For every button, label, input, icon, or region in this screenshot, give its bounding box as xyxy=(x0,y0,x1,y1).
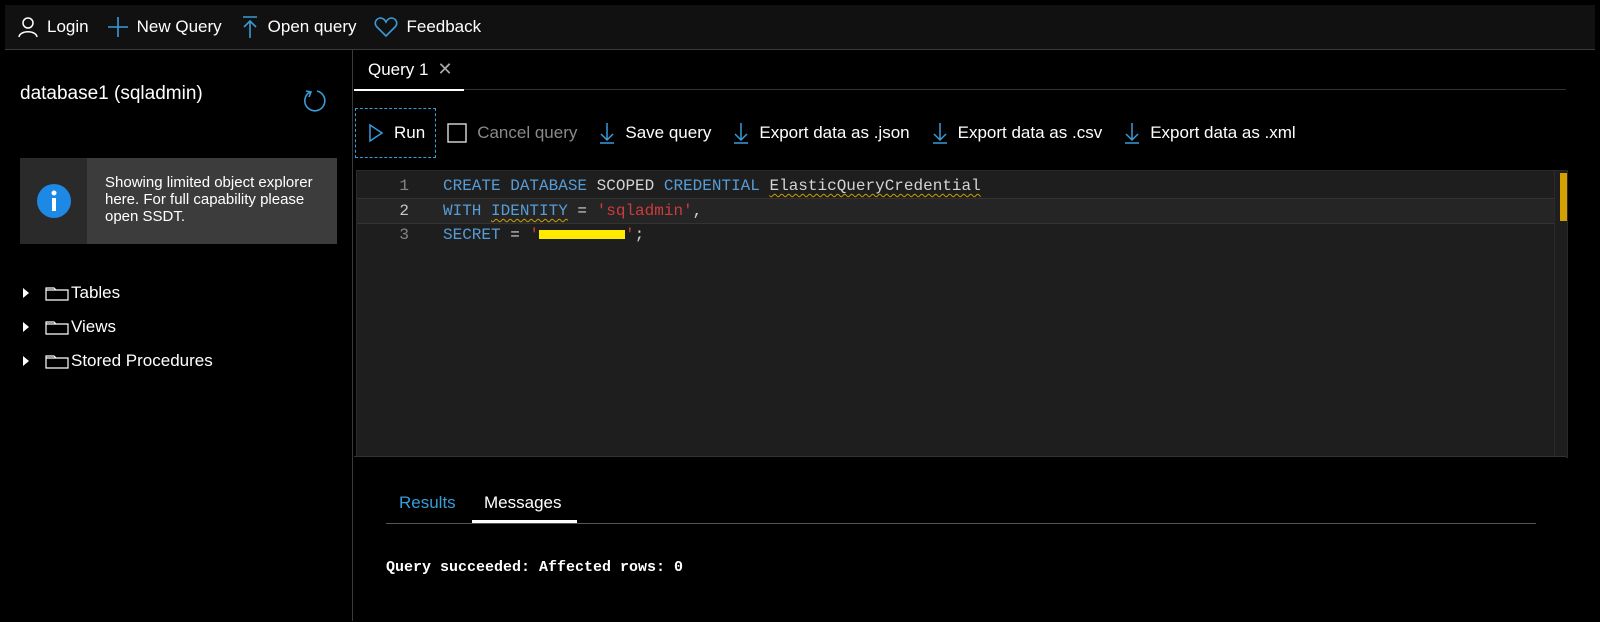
keyword: WITH xyxy=(443,202,482,220)
results-panel: Results Messages Query succeeded: Affect… xyxy=(354,456,1566,622)
database-title: database1 (sqladmin) xyxy=(20,83,203,104)
cancel-label: Cancel query xyxy=(477,123,578,142)
info-icon-cell xyxy=(20,158,87,244)
query-toolbar: Run Cancel query Save query Export data … xyxy=(354,108,1566,158)
string-literal: 'sqladmin' xyxy=(596,202,693,220)
tree-item-label: Stored Procedures xyxy=(71,351,213,370)
tree-item-label: Views xyxy=(71,317,117,336)
keyword: IDENTITY xyxy=(491,202,568,220)
punctuation: , xyxy=(692,202,703,220)
stop-icon xyxy=(447,123,467,143)
tab-messages[interactable]: Messages xyxy=(472,493,577,523)
line-number: 2 xyxy=(399,202,409,220)
info-icon xyxy=(36,184,71,218)
punctuation: ; xyxy=(634,226,645,244)
info-message: Showing limited object explorer here. Fo… xyxy=(105,174,313,225)
cancel-query-button[interactable]: Cancel query xyxy=(447,123,577,143)
string-quote: ' xyxy=(625,226,635,244)
upload-icon xyxy=(242,16,257,38)
code-text: WITH IDENTITY = 'sqladmin', xyxy=(443,199,702,223)
close-icon[interactable]: ✕ xyxy=(437,59,452,80)
line-number: 1 xyxy=(399,177,409,195)
tab-label: Query 1 xyxy=(368,59,429,79)
code-editor[interactable]: 1 CREATE DATABASE SCOPED CREDENTIAL Elas… xyxy=(356,170,1568,458)
export-json-button[interactable]: Export data as .json xyxy=(733,122,910,144)
tree-item-tables[interactable]: Tables xyxy=(23,276,213,310)
export-xml-label: Export data as .xml xyxy=(1150,123,1296,142)
keyword: CREATE xyxy=(443,177,501,195)
redaction-bar xyxy=(539,230,626,240)
tab-strip: Query 1 ✕ xyxy=(354,50,1566,91)
download-icon xyxy=(600,123,615,144)
export-json-label: Export data as .json xyxy=(759,123,910,142)
results-tabs: Results Messages xyxy=(386,493,1536,524)
user-icon xyxy=(18,17,38,38)
refresh-icon xyxy=(304,90,326,112)
operator: = xyxy=(567,202,597,220)
code-line-3: 3 SECRET = ' '; xyxy=(357,223,1557,247)
run-label: Run xyxy=(394,123,426,142)
refresh-button[interactable] xyxy=(303,88,327,117)
active-tab-underline xyxy=(472,520,577,523)
keyword: SCOPED xyxy=(596,177,655,195)
query-workspace: Query 1 ✕ Run Cancel query Save query Ex… xyxy=(354,50,1600,622)
editor-scrollbar[interactable] xyxy=(1554,171,1567,457)
export-xml-button[interactable]: Export data as .xml xyxy=(1124,122,1296,144)
tab-results[interactable]: Results xyxy=(399,493,456,513)
code-text: CREATE DATABASE SCOPED CREDENTIAL Elasti… xyxy=(443,174,981,198)
keyword: SECRET xyxy=(443,226,501,244)
feedback-button[interactable]: Feedback xyxy=(374,16,481,38)
folder-icon xyxy=(45,287,69,301)
keyword: DATABASE xyxy=(510,177,588,195)
object-tree: Tables Views Stored Procedures xyxy=(23,276,213,378)
code-text: SECRET = ' '; xyxy=(443,223,644,247)
download-icon xyxy=(1125,123,1140,144)
operator: = xyxy=(500,226,530,244)
heart-icon xyxy=(375,17,398,38)
expand-arrow-icon[interactable] xyxy=(23,288,29,298)
tab-messages-label: Messages xyxy=(484,493,562,512)
export-csv-label: Export data as .csv xyxy=(957,123,1103,142)
plus-icon xyxy=(107,17,128,37)
identifier: ElasticQueryCredential xyxy=(769,177,981,195)
warning-marker xyxy=(1560,173,1567,221)
play-icon xyxy=(369,123,384,143)
object-explorer: database1 (sqladmin) Showing limited obj… xyxy=(5,50,353,621)
result-message: Query succeeded: Affected rows: 0 xyxy=(386,559,684,576)
run-button[interactable]: Run xyxy=(354,108,437,158)
export-csv-button[interactable]: Export data as .csv xyxy=(932,122,1103,144)
save-query-button[interactable]: Save query xyxy=(599,122,711,144)
tree-item-stored-procedures[interactable]: Stored Procedures xyxy=(23,344,213,378)
new-query-button[interactable]: New Query xyxy=(107,16,222,38)
string-quote: ' xyxy=(529,226,540,244)
folder-icon xyxy=(45,321,69,335)
save-label: Save query xyxy=(625,123,712,142)
download-icon xyxy=(932,123,947,144)
login-label: Login xyxy=(47,17,89,36)
top-toolbar: Login New Query Open query Feedback xyxy=(5,5,1595,50)
download-icon xyxy=(734,123,749,144)
new-query-label: New Query xyxy=(136,17,222,36)
line-number: 3 xyxy=(399,226,409,244)
tree-item-views[interactable]: Views xyxy=(23,310,213,344)
code-line-1: 1 CREATE DATABASE SCOPED CREDENTIAL Elas… xyxy=(357,174,1557,198)
open-query-button[interactable]: Open query xyxy=(240,15,357,39)
expand-arrow-icon[interactable] xyxy=(23,322,29,332)
folder-icon xyxy=(45,355,69,369)
open-query-label: Open query xyxy=(267,17,357,36)
login-button[interactable]: Login xyxy=(17,16,89,38)
keyword: CREDENTIAL xyxy=(663,177,760,195)
expand-arrow-icon[interactable] xyxy=(23,356,29,366)
tree-item-label: Tables xyxy=(71,283,121,302)
info-banner: Showing limited object explorer here. Fo… xyxy=(20,158,337,244)
tab-query-1[interactable]: Query 1 ✕ xyxy=(354,50,464,91)
feedback-label: Feedback xyxy=(406,17,482,36)
code-line-2: 2 WITH IDENTITY = 'sqladmin', xyxy=(357,198,1557,224)
